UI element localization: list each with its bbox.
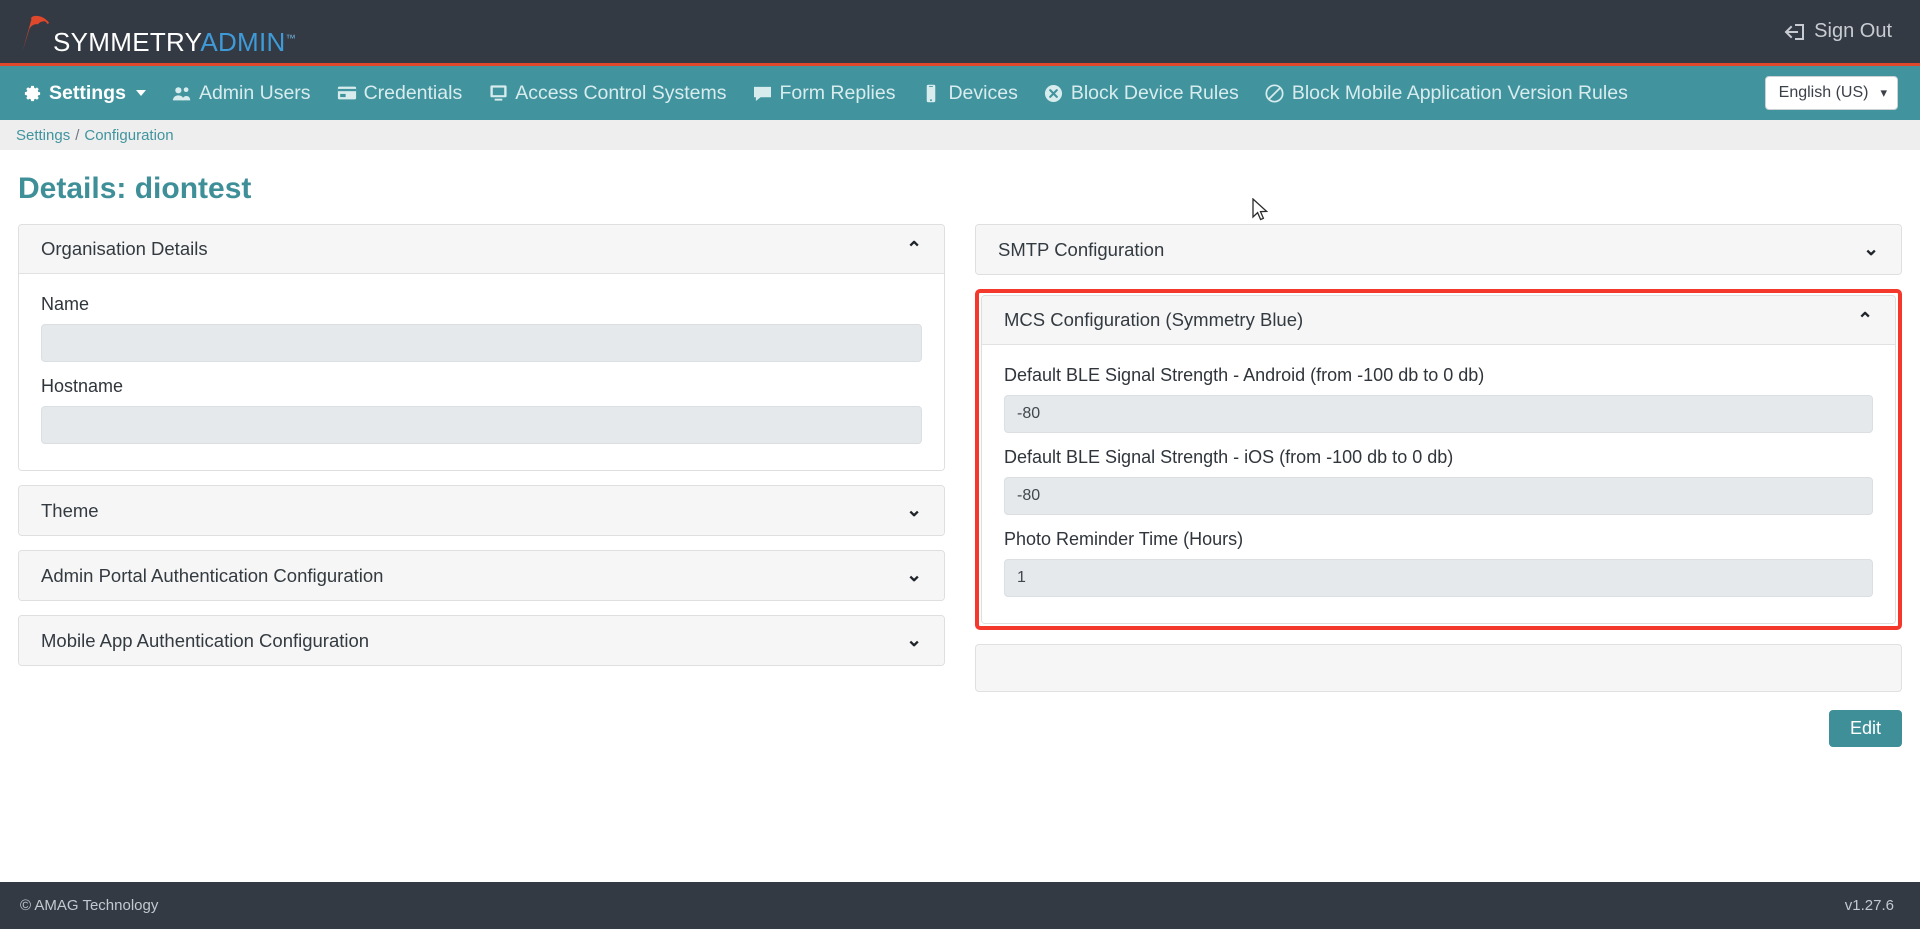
monitor-icon	[488, 84, 508, 102]
panel-header-smtp-configuration[interactable]: SMTP Configuration ⌄	[976, 225, 1901, 274]
field-default-ble-signal-strength-ios: Default BLE Signal Strength - iOS (from …	[1004, 447, 1873, 515]
footer-copyright: © AMAG Technology	[20, 897, 159, 914]
hostname-input[interactable]	[41, 406, 922, 444]
form-actions: Edit	[975, 692, 1902, 747]
nav-item-list: Settings Admin Users Credentials Access …	[22, 82, 1628, 105]
field-label-hostname: Hostname	[41, 376, 124, 396]
breadcrumb-link-configuration[interactable]: Configuration	[84, 127, 173, 144]
panel-header-mcs-configuration[interactable]: MCS Configuration (Symmetry Blue) ⌃	[982, 296, 1895, 345]
page-content: Details: diontest Organisation Details ⌃…	[0, 150, 1920, 747]
left-column: Organisation Details ⌃ Name Hostname The…	[18, 224, 945, 680]
default-ble-signal-strength-android-input[interactable]	[1004, 395, 1873, 433]
nav-label-access-control-systems: Access Control Systems	[515, 81, 727, 104]
brand-trademark: ™	[285, 33, 296, 45]
chevron-down-icon[interactable]: ⌄	[906, 501, 922, 520]
sign-out-button[interactable]: Sign Out	[1784, 20, 1892, 43]
page-title: Details: diontest	[18, 172, 252, 205]
field-label-default-ble-signal-strength-ios: Default BLE Signal Strength - iOS (from …	[1004, 447, 1454, 467]
sign-out-icon	[1784, 23, 1805, 40]
symmetry-falcon-logo-icon	[22, 15, 50, 52]
language-selector[interactable]: English (US) ▾	[1764, 76, 1898, 110]
panel-organisation-details: Organisation Details ⌃ Name Hostname	[18, 224, 945, 471]
times-circle-icon	[1044, 84, 1064, 103]
comment-icon	[753, 85, 773, 102]
gear-icon	[22, 84, 42, 103]
ban-icon	[1265, 83, 1285, 103]
nav-label-block-device-rules: Block Device Rules	[1070, 81, 1239, 104]
panel-title-mcs-configuration: MCS Configuration (Symmetry Blue)	[1004, 309, 1304, 330]
nav-item-settings[interactable]: Settings	[22, 82, 146, 105]
users-icon	[172, 85, 192, 102]
panel-header-mobile-app-authentication-configuration[interactable]: Mobile App Authentication Configuration …	[19, 616, 944, 665]
nav-label-settings: Settings	[49, 81, 126, 104]
chevron-up-icon[interactable]: ⌃	[906, 240, 922, 259]
panel-title-theme: Theme	[41, 499, 99, 521]
default-ble-signal-strength-ios-input[interactable]	[1004, 477, 1873, 515]
nav-item-credentials[interactable]: Credentials	[337, 81, 463, 105]
panel-theme: Theme ⌄	[18, 485, 945, 536]
nav-label-form-replies: Form Replies	[779, 81, 896, 104]
panel-smtp-configuration: SMTP Configuration ⌄	[975, 224, 1902, 275]
chevron-down-icon: ▾	[1880, 85, 1887, 100]
brand-text: SYMMETRYADMIN™	[53, 29, 296, 55]
edit-button[interactable]: Edit	[1828, 710, 1902, 747]
nav-item-form-replies[interactable]: Form Replies	[753, 81, 896, 105]
footer-version: v1.27.6	[1844, 897, 1894, 914]
nav-item-admin-users[interactable]: Admin Users	[172, 82, 311, 105]
field-label-name: Name	[41, 294, 90, 314]
language-selected-value: English (US)	[1778, 84, 1869, 101]
nav-label-credentials: Credentials	[363, 81, 463, 104]
chevron-down-icon	[135, 90, 146, 96]
panel-mobile-app-authentication-configuration: Mobile App Authentication Configuration …	[18, 615, 945, 666]
page-footer: © AMAG Technology v1.27.6	[0, 882, 1920, 929]
panel-title-mobile-app-authentication-configuration: Mobile App Authentication Configuration	[41, 629, 370, 651]
right-column: SMTP Configuration ⌄ MCS Configuration (…	[975, 224, 1902, 747]
panel-body-organisation-details: Name Hostname	[19, 274, 944, 470]
nav-label-devices: Devices	[948, 81, 1018, 104]
panel-header-organisation-details[interactable]: Organisation Details ⌃	[19, 225, 944, 274]
nav-item-block-device-rules[interactable]: Block Device Rules	[1044, 82, 1239, 105]
chevron-up-icon[interactable]: ⌃	[1857, 311, 1873, 330]
chevron-down-icon[interactable]: ⌄	[906, 631, 922, 650]
breadcrumb-separator: /	[75, 126, 80, 144]
panel-header-admin-portal-authentication-configuration[interactable]: Admin Portal Authentication Configuratio…	[19, 551, 944, 600]
panel-empty-collapsed[interactable]	[975, 644, 1902, 692]
mobile-icon	[921, 84, 941, 103]
panel-body-mcs-configuration: Default BLE Signal Strength - Android (f…	[982, 345, 1895, 623]
chevron-down-icon[interactable]: ⌄	[1863, 240, 1879, 259]
panel-header-theme[interactable]: Theme ⌄	[19, 486, 944, 535]
panel-title-smtp-configuration: SMTP Configuration	[998, 238, 1165, 260]
brand-word-admin: ADMIN	[200, 27, 286, 57]
field-default-ble-signal-strength-android: Default BLE Signal Strength - Android (f…	[1004, 365, 1873, 433]
two-column-layout: Organisation Details ⌃ Name Hostname The…	[18, 224, 1902, 747]
photo-reminder-time-input[interactable]	[1004, 559, 1873, 597]
nav-label-block-mobile-application-version-rules: Block Mobile Application Version Rules	[1291, 81, 1628, 104]
nav-item-block-mobile-application-version-rules[interactable]: Block Mobile Application Version Rules	[1265, 82, 1628, 105]
panel-admin-portal-authentication-configuration: Admin Portal Authentication Configuratio…	[18, 550, 945, 601]
panel-mcs-configuration: MCS Configuration (Symmetry Blue) ⌃ Defa…	[981, 295, 1896, 624]
nav-label-admin-users: Admin Users	[198, 81, 311, 104]
panel-title-admin-portal-authentication-configuration: Admin Portal Authentication Configuratio…	[41, 564, 384, 586]
chevron-down-icon[interactable]: ⌄	[906, 566, 922, 585]
brand-word-symmetry: SYMMETRY	[53, 27, 201, 57]
sign-out-label: Sign Out	[1814, 20, 1892, 42]
field-label-default-ble-signal-strength-android: Default BLE Signal Strength - Android (f…	[1004, 365, 1485, 385]
field-name: Name	[41, 294, 922, 362]
card-icon	[337, 85, 357, 101]
main-navigation: Settings Admin Users Credentials Access …	[0, 66, 1920, 120]
brand-logo: SYMMETRYADMIN™	[18, 0, 296, 63]
highlight-annotation-box: MCS Configuration (Symmetry Blue) ⌃ Defa…	[975, 289, 1902, 630]
field-photo-reminder-time: Photo Reminder Time (Hours)	[1004, 529, 1873, 597]
top-bar: SYMMETRYADMIN™ Sign Out	[0, 0, 1920, 66]
field-label-photo-reminder-time: Photo Reminder Time (Hours)	[1004, 529, 1244, 549]
panel-title-organisation-details: Organisation Details	[41, 238, 208, 259]
breadcrumb-link-settings[interactable]: Settings	[16, 127, 70, 144]
nav-item-devices[interactable]: Devices	[921, 81, 1018, 105]
breadcrumb: Settings / Configuration	[0, 120, 1920, 150]
nav-item-access-control-systems[interactable]: Access Control Systems	[488, 81, 727, 105]
name-input[interactable]	[41, 324, 922, 362]
field-hostname: Hostname	[41, 376, 922, 444]
